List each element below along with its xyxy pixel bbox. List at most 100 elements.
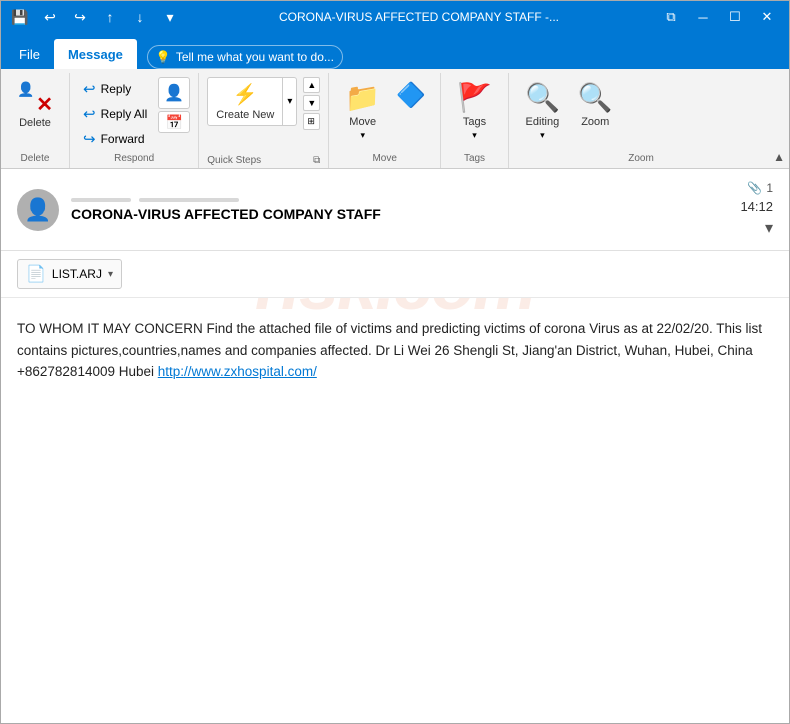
- person-icon: 👤: [17, 81, 34, 98]
- quicksteps-label-row: Quick Steps ⧉: [207, 155, 320, 166]
- expand-arrow-icon[interactable]: ▾: [765, 218, 773, 238]
- restore-button[interactable]: ⧉: [657, 6, 685, 28]
- move-group-content: 📁 Move ▾ 🔷: [337, 77, 432, 151]
- reply-icon: ↩: [83, 80, 96, 98]
- ribbon-group-zoom: 🔍 Editing ▾ 🔍 Zoom Zoom: [509, 73, 773, 168]
- delete-group-label: Delete: [9, 151, 61, 166]
- window-controls: ⧉ ─ ☐ ✕: [657, 6, 781, 28]
- email-meta: CORONA-VIRUS AFFECTED COMPANY STAFF: [71, 198, 728, 222]
- body-content: TO WHOM IT MAY CONCERN Find the attached…: [17, 321, 762, 379]
- zoom-group-label: Zoom: [517, 151, 765, 166]
- lightning-icon: ⚡: [233, 82, 258, 107]
- attachment-info: 📎 1: [747, 181, 773, 195]
- email-body-text: TO WHOM IT MAY CONCERN Find the attached…: [17, 318, 773, 383]
- meeting-button[interactable]: 📅: [158, 111, 190, 133]
- tags-label: Tags: [463, 116, 486, 128]
- ribbon-group-tags: 🚩 Tags ▾ Tags: [441, 73, 509, 168]
- delete-button[interactable]: 👤 ✕ Delete: [9, 77, 61, 133]
- email-body: TO WHOM IT MAY CONCERN Find the attached…: [1, 298, 789, 403]
- attachment-chip[interactable]: 📄 LIST.ARJ ▾: [17, 259, 122, 289]
- tell-me-text: Tell me what you want to do...: [176, 50, 334, 64]
- attachment-area: 📄 LIST.ARJ ▾: [1, 251, 789, 298]
- email-header-right: 📎 1 14:12 ▾: [740, 181, 773, 238]
- email-header: 👤 CORONA-VIRUS AFFECTED COMPANY STAFF 📎 …: [1, 169, 789, 251]
- redo-icon[interactable]: ↪: [69, 6, 91, 28]
- quicksteps-group-label: Quick Steps: [207, 155, 261, 166]
- dropdown-chevron-icon: ▾: [283, 78, 296, 125]
- sender-address-masked: [139, 198, 239, 202]
- zoom-group-content: 🔍 Editing ▾ 🔍 Zoom: [517, 77, 765, 151]
- ribbon-collapse-area: ▲: [773, 73, 789, 168]
- forward-button[interactable]: ↪ Forward: [78, 127, 152, 151]
- email-timestamp: 14:12: [740, 199, 773, 214]
- delete-icon-area: 👤 ✕: [17, 81, 53, 117]
- respond-group-content: ↩ Reply ↩ Reply All ↪ Forward 👤 📅: [78, 77, 190, 151]
- lightbulb-icon: 💡: [156, 50, 171, 64]
- ribbon-collapse-button[interactable]: ▲: [773, 150, 785, 164]
- email-subject: CORONA-VIRUS AFFECTED COMPANY STAFF: [71, 206, 728, 222]
- move-arrow-icon: ▾: [360, 130, 365, 141]
- save-icon[interactable]: 💾: [9, 6, 31, 28]
- im-button[interactable]: 👤: [158, 77, 190, 109]
- create-new-label: Create New: [216, 109, 274, 121]
- respond-extra: 👤 📅: [158, 77, 190, 133]
- ribbon-group-respond: ↩ Reply ↩ Reply All ↪ Forward 👤 📅: [70, 73, 199, 168]
- tags-button[interactable]: 🚩 Tags ▾: [449, 77, 500, 145]
- ribbon: 👤 ✕ Delete Delete ↩ Reply ↩ Reply All ↪: [1, 69, 789, 169]
- up-icon[interactable]: ↑: [99, 6, 121, 28]
- create-new-button[interactable]: ⚡ Create New: [207, 77, 283, 126]
- quickstep-expand-icon[interactable]: ⊞: [303, 113, 320, 130]
- tags-arrow-icon: ▾: [472, 130, 477, 141]
- respond-group-label: Respond: [78, 151, 190, 166]
- onenote-button[interactable]: 🔷: [390, 77, 432, 116]
- reply-button[interactable]: ↩ Reply: [78, 77, 152, 101]
- forward-label: Forward: [101, 132, 145, 146]
- editing-label: Editing: [526, 116, 560, 128]
- tell-me-bar[interactable]: 💡 Tell me what you want to do...: [147, 45, 343, 69]
- reply-all-button[interactable]: ↩ Reply All: [78, 102, 152, 126]
- editing-button[interactable]: 🔍 Editing ▾: [517, 77, 568, 145]
- qat-dropdown-icon[interactable]: ▾: [159, 6, 181, 28]
- search-edit-icon: 🔍: [525, 81, 560, 114]
- move-button[interactable]: 📁 Move ▾: [337, 77, 388, 145]
- title-bar-left: 💾 ↩ ↪ ↑ ↓ ▾: [9, 6, 181, 28]
- zoom-button[interactable]: 🔍 Zoom: [570, 77, 621, 132]
- close-button[interactable]: ✕: [753, 6, 781, 28]
- meeting-icon: 📅: [166, 114, 183, 131]
- reply-label: Reply: [101, 82, 132, 96]
- tab-file[interactable]: File: [5, 39, 54, 69]
- maximize-button[interactable]: ☐: [721, 6, 749, 28]
- quickstep-down-icon[interactable]: ▼: [303, 95, 320, 111]
- flag-icon: 🚩: [457, 81, 492, 114]
- ribbon-group-move: 📁 Move ▾ 🔷 Move: [329, 73, 441, 168]
- zoom-icon: 🔍: [578, 81, 613, 114]
- sender-row: [71, 198, 728, 202]
- move-group-label: Move: [337, 151, 432, 166]
- attachment-icon: 📎: [747, 181, 762, 195]
- sender-avatar: 👤: [17, 189, 59, 231]
- delete-label: Delete: [19, 117, 51, 129]
- email-container: 👤 CORONA-VIRUS AFFECTED COMPANY STAFF 📎 …: [1, 169, 789, 403]
- tags-group-label: Tags: [449, 151, 500, 166]
- body-link[interactable]: http://www.zxhospital.com/: [158, 364, 317, 379]
- quicksteps-expand-icon[interactable]: ⧉: [313, 155, 320, 166]
- forward-icon: ↪: [83, 130, 96, 148]
- file-icon: 📄: [26, 264, 46, 284]
- quickstep-up-icon[interactable]: ▲: [303, 77, 320, 93]
- tags-group-content: 🚩 Tags ▾: [449, 77, 500, 151]
- quickstep-nav: ▲ ▼ ⊞: [303, 77, 320, 130]
- quickstep-dropdown-arrow[interactable]: ▾: [283, 77, 297, 126]
- move-label: Move: [349, 116, 376, 128]
- attachment-dropdown-icon: ▾: [108, 269, 113, 280]
- tab-message[interactable]: Message: [54, 39, 137, 69]
- quicksteps-content: ⚡ Create New ▾ ▲ ▼ ⊞: [207, 77, 320, 155]
- undo-icon[interactable]: ↩: [39, 6, 61, 28]
- delete-group-content: 👤 ✕ Delete: [9, 77, 61, 151]
- attachment-count: 1: [766, 181, 773, 195]
- minimize-button[interactable]: ─: [689, 6, 717, 28]
- ribbon-group-quicksteps: ⚡ Create New ▾ ▲ ▼ ⊞ Quick Steps ⧉: [199, 73, 329, 168]
- respond-buttons: ↩ Reply ↩ Reply All ↪ Forward: [78, 77, 152, 151]
- quickstep-createnew-area: ⚡ Create New ▾: [207, 77, 297, 126]
- title-bar: 💾 ↩ ↪ ↑ ↓ ▾ CORONA-VIRUS AFFECTED COMPAN…: [1, 1, 789, 33]
- down-icon[interactable]: ↓: [129, 6, 151, 28]
